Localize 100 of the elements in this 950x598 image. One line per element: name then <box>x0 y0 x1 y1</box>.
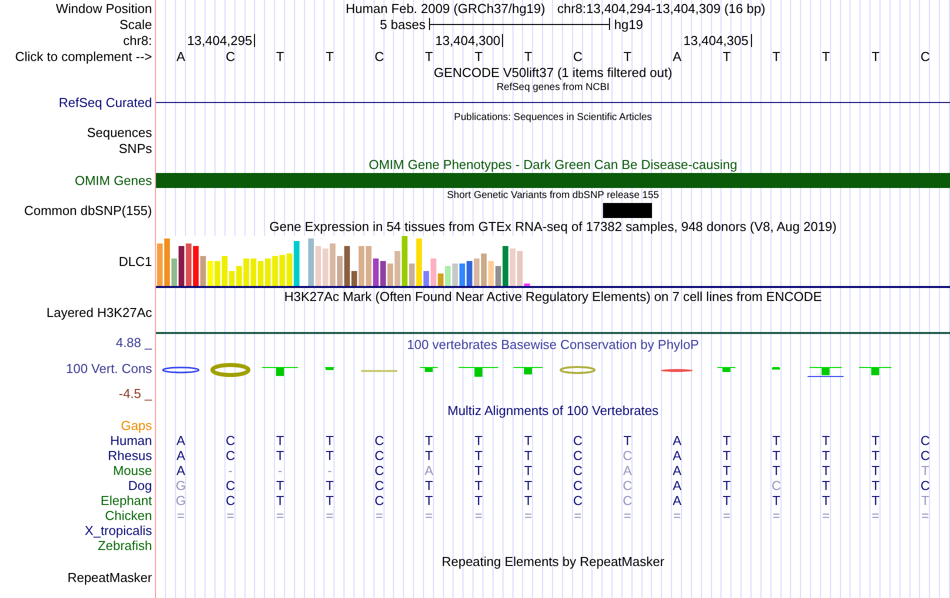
base-letter: T <box>524 493 532 508</box>
base-letter: T <box>722 493 731 508</box>
base-letter: C <box>622 493 632 508</box>
base-letter: C <box>374 463 384 478</box>
base-letter: C <box>920 478 930 493</box>
species-label[interactable]: Chicken <box>105 508 152 523</box>
base-letter: = <box>822 508 830 523</box>
base-letter: T <box>822 478 830 493</box>
base-letter[interactable]: T <box>474 48 483 64</box>
track-title: Multiz Alignments of 100 Vertebrates <box>446 402 660 418</box>
base-letter: T <box>326 478 334 493</box>
base-letter[interactable]: C <box>573 48 582 64</box>
track-label[interactable]: Common dbSNP(155) <box>24 202 152 218</box>
base-letter: C <box>226 433 236 448</box>
track-title: Repeating Elements by RepeatMasker <box>440 554 666 568</box>
assembly-name: Human Feb. 2009 (GRCh37/hg19) <box>346 0 546 16</box>
base-letter: T <box>326 433 334 448</box>
track-label[interactable]: SNPs <box>118 140 152 156</box>
species-label[interactable]: Dog <box>128 478 152 493</box>
base-letter[interactable]: C <box>226 48 236 64</box>
position-text: chr8:13,404,294-13,404,309 (16 bp) <box>557 0 766 16</box>
base-letter: T <box>276 493 284 508</box>
base-letter: T <box>424 433 433 448</box>
species-label[interactable]: Zebrafish <box>98 538 152 553</box>
base-letter: A <box>672 493 682 508</box>
track-label[interactable]: OMIM Genes <box>74 172 152 188</box>
base-letter[interactable]: T <box>424 48 433 64</box>
base-letter: = <box>376 508 384 523</box>
species-label[interactable]: Rhesus <box>108 448 152 463</box>
base-letter: - <box>328 463 332 478</box>
base-letter[interactable]: C <box>374 48 384 64</box>
complement-link[interactable]: Click to complement --> <box>15 48 152 64</box>
base-letter: A <box>623 463 632 478</box>
base-letter: = <box>722 508 730 523</box>
track-label[interactable]: RepeatMasker <box>67 570 152 584</box>
base-letter: T <box>722 463 731 478</box>
track-label[interactable]: DLC1 <box>118 254 152 268</box>
track-label[interactable]: Layered H3K27Ac <box>46 304 152 320</box>
assembly-label: hg19 <box>614 16 644 32</box>
base-letter: = <box>624 508 632 523</box>
base-letter[interactable]: C <box>920 48 930 64</box>
base-letter: T <box>276 448 284 463</box>
base-letter[interactable]: T <box>872 48 880 64</box>
species-label[interactable]: Human <box>110 433 152 448</box>
row-label: Scale <box>119 16 152 32</box>
base-letter: A <box>672 463 682 478</box>
base-letter: = <box>524 508 532 523</box>
base-letter: C <box>226 448 236 463</box>
base-letter: T <box>822 433 830 448</box>
coordinate-label: 13,404,305 <box>683 34 752 46</box>
base-letter[interactable]: T <box>722 48 731 64</box>
base-letter: T <box>276 433 284 448</box>
base-letter: T <box>772 493 780 508</box>
base-letter: = <box>921 508 929 523</box>
base-letter: = <box>226 508 234 523</box>
base-letter: T <box>474 433 483 448</box>
base-letter: T <box>424 478 433 493</box>
base-letter: T <box>822 448 830 463</box>
base-letter: = <box>872 508 880 523</box>
track-title: Publications: Sequences in Scientific Articles <box>453 112 653 122</box>
track-label[interactable]: Sequences <box>86 124 152 140</box>
base-letter[interactable]: A <box>672 48 682 64</box>
base-letter: T <box>921 463 930 478</box>
base-letter[interactable]: T <box>822 48 830 64</box>
coordinate-label: 13,404,295 <box>187 34 256 46</box>
gene-bar[interactable] <box>156 172 950 188</box>
scale-length: 5 bases <box>380 16 426 32</box>
species-label[interactable]: Mouse <box>112 463 152 478</box>
base-letter[interactable]: T <box>326 48 334 64</box>
base-letter: C <box>622 478 632 493</box>
row-label: chr8: <box>123 32 152 48</box>
track-label[interactable]: 100 Vert. Cons <box>66 361 152 376</box>
track-label[interactable]: RefSeq Curated <box>58 94 152 110</box>
base-letter: T <box>772 433 780 448</box>
base-letter: T <box>424 448 433 463</box>
base-letter: T <box>474 448 483 463</box>
base-letter: T <box>872 478 880 493</box>
base-letter[interactable]: T <box>524 48 532 64</box>
base-letter: T <box>822 463 830 478</box>
base-letter: A <box>176 448 186 463</box>
base-letter[interactable]: A <box>176 48 186 64</box>
base-letter[interactable]: T <box>623 48 632 64</box>
base-letter: = <box>177 508 185 523</box>
base-letter: A <box>176 433 186 448</box>
base-letter: - <box>278 463 282 478</box>
base-letter: C <box>920 448 930 463</box>
base-letter: = <box>474 508 482 523</box>
variant-block[interactable] <box>602 202 652 218</box>
species-label[interactable]: Elephant <box>100 493 152 508</box>
base-letter: T <box>921 493 930 508</box>
base-letter: C <box>573 463 582 478</box>
species-label[interactable]: X_tropicalis <box>84 523 152 538</box>
base-letter: A <box>176 463 186 478</box>
base-letter[interactable]: T <box>276 48 284 64</box>
base-letter[interactable]: T <box>772 48 780 64</box>
base-letter: C <box>226 478 236 493</box>
base-letter: C <box>374 448 384 463</box>
base-letter: T <box>722 448 731 463</box>
base-letter: T <box>623 433 632 448</box>
base-letter: T <box>326 493 334 508</box>
